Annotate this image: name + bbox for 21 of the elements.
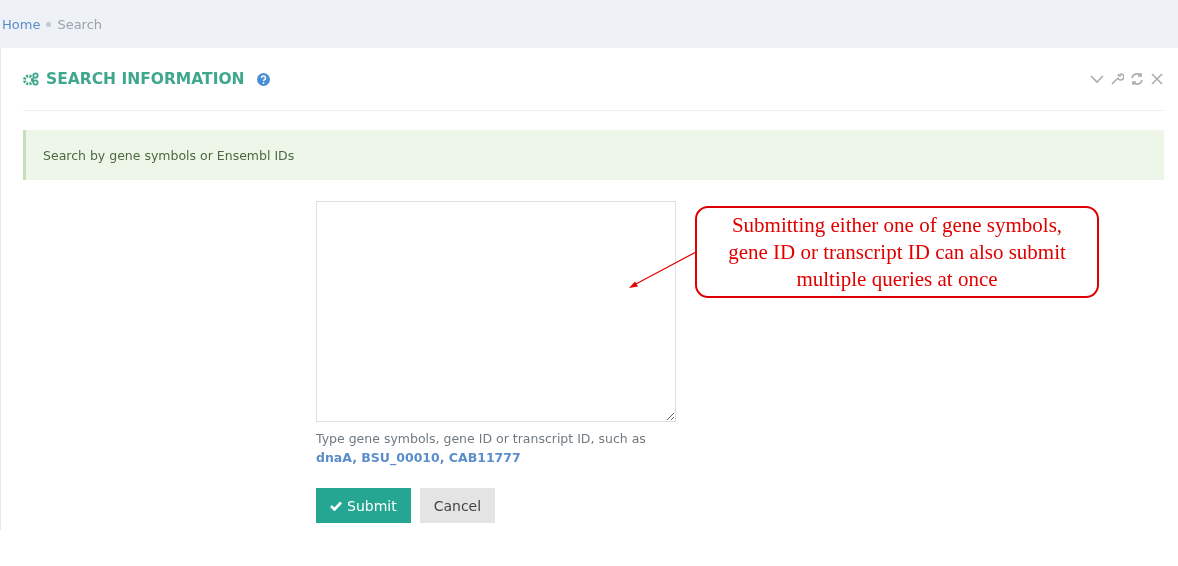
annotation-callout: Submitting either one of gene symbols, gene ID or transcript ID can also submit multiple queries at once <box>695 206 1099 298</box>
gears-icon <box>23 72 39 86</box>
check-icon <box>330 500 342 511</box>
info-alert: Search by gene symbols or Ensembl IDs <box>23 130 1164 180</box>
breadcrumb-link[interactable]: Home <box>2 16 41 32</box>
close-icon[interactable] <box>1150 72 1164 86</box>
example-link[interactable]: CAB11777 <box>448 450 521 465</box>
help-icon[interactable] <box>256 72 270 86</box>
example-link[interactable]: dnaA <box>316 450 353 465</box>
submit-button[interactable]: Submit <box>316 488 411 523</box>
example-link[interactable]: BSU_00010 <box>361 450 440 465</box>
example-list: dnaA, BSU_00010, CAB11777 <box>316 448 1164 467</box>
breadcrumb-current: Search <box>57 16 103 32</box>
collapse-icon[interactable] <box>1090 72 1104 86</box>
cancel-button[interactable]: Cancel <box>419 488 496 523</box>
leader-line <box>626 250 698 290</box>
panel-title: SEARCH INFORMATION <box>46 70 245 88</box>
refresh-icon[interactable] <box>1130 72 1144 86</box>
help-text: Type gene symbols, gene ID or transcript ID, such as <box>316 430 647 448</box>
query-field[interactable] <box>316 201 676 422</box>
wrench-icon[interactable] <box>1110 72 1124 86</box>
